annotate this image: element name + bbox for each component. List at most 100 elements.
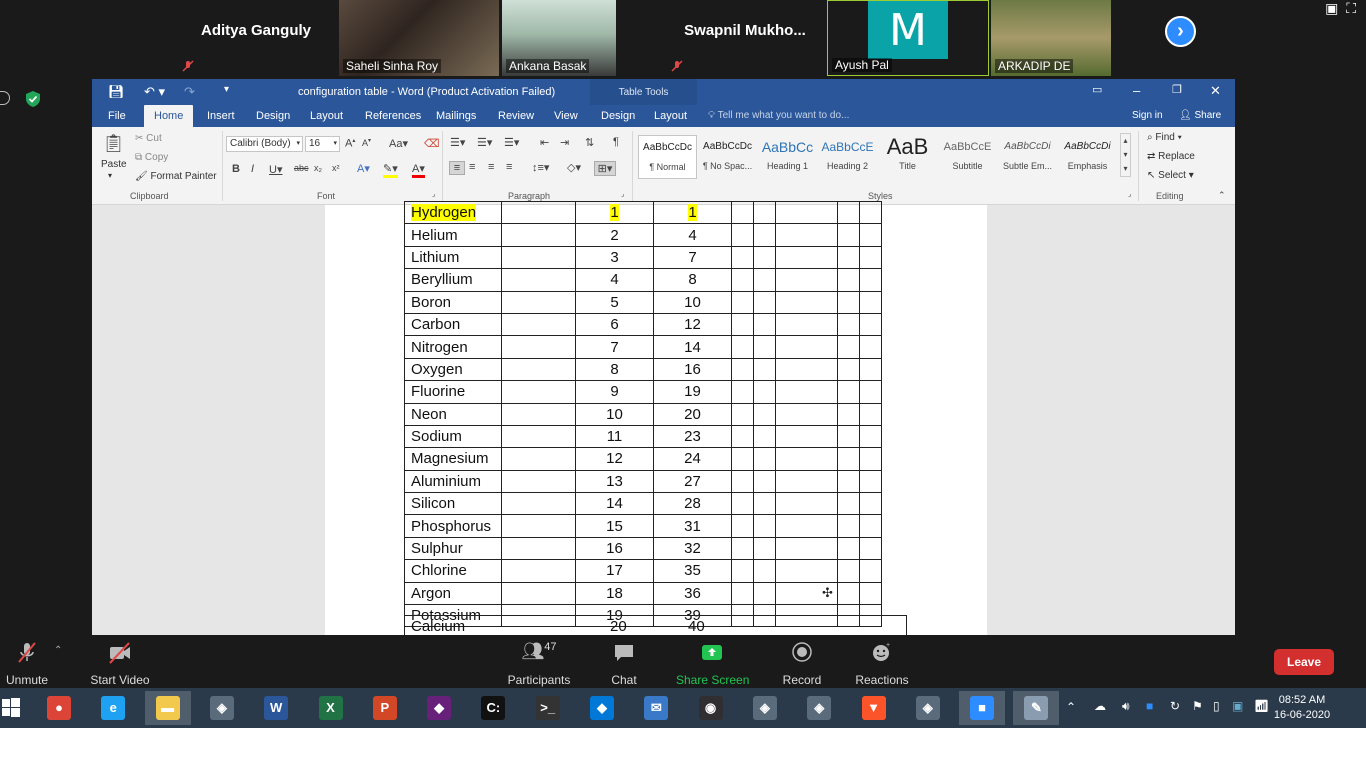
table-cell[interactable]	[859, 402, 882, 426]
element-name-cell[interactable]: Silicon	[404, 492, 502, 516]
atomic-number-cell[interactable]: 10	[575, 402, 654, 426]
taskbar-app-app[interactable]: ◈	[742, 691, 788, 725]
taskbar-app-vs-code[interactable]: ◆	[579, 691, 625, 725]
table-cell[interactable]	[731, 581, 754, 606]
table-cell[interactable]	[837, 492, 860, 516]
table-cell[interactable]	[859, 559, 882, 583]
table-cell[interactable]	[753, 200, 776, 225]
element-name-cell[interactable]: Hydrogen	[404, 200, 502, 225]
taskbar-app-zoom[interactable]: ■	[959, 691, 1006, 725]
style-emphasis[interactable]: AaBbCcDi Emphasis	[1058, 135, 1117, 179]
tab-view[interactable]: View	[552, 105, 580, 127]
fullscreen-icon[interactable]: ⛶	[1346, 0, 1356, 16]
atomic-mass-cell[interactable]: 1	[653, 200, 732, 225]
table-cell[interactable]	[859, 268, 882, 292]
document-page[interactable]: Hydrogen 1 1 Helium 2 4 Lithium 3 7 Beryllium 4 8 Bo…	[325, 200, 987, 635]
table-cell[interactable]	[731, 290, 754, 314]
table-cell[interactable]	[775, 223, 838, 247]
table-cell[interactable]	[753, 581, 776, 606]
line-spacing-icon[interactable]: ↕≡▾	[532, 161, 549, 174]
table-row[interactable]: Aluminium 13 27	[404, 469, 882, 494]
taskbar-app-powerpoint[interactable]: P	[362, 691, 408, 725]
table-row[interactable]: Boron 5 10	[404, 290, 882, 314]
share-button[interactable]: 👤︎ Share	[1179, 105, 1221, 127]
find-button[interactable]: ⌕ Find ▾	[1147, 132, 1182, 143]
table-cell[interactable]	[859, 380, 882, 404]
table-cell[interactable]	[501, 200, 576, 225]
taskbar-app-excel[interactable]: X	[308, 691, 354, 725]
table-cell[interactable]	[731, 245, 754, 270]
atomic-mass-cell[interactable]: 36	[653, 581, 732, 606]
table-cell[interactable]	[859, 514, 882, 538]
grow-font-icon[interactable]: A▴	[345, 137, 355, 150]
table-cell[interactable]	[501, 290, 576, 314]
atomic-number-cell[interactable]: 1	[575, 200, 654, 225]
table-row[interactable]: Silicon 14 28	[404, 492, 882, 516]
close-icon[interactable]: ✕	[1210, 83, 1221, 99]
table-cell[interactable]	[501, 380, 576, 404]
table-cell[interactable]	[501, 581, 576, 606]
table-cell[interactable]	[775, 357, 838, 382]
element-name-cell[interactable]: Lithium	[404, 245, 502, 270]
atomic-number-cell[interactable]: 18	[575, 581, 654, 606]
atomic-mass-cell[interactable]: 8	[653, 268, 732, 292]
table-cell[interactable]	[775, 200, 838, 225]
table-row[interactable]: Chlorine 17 35	[404, 559, 882, 583]
table-cell[interactable]	[837, 268, 860, 292]
atomic-number-cell[interactable]: 6	[575, 312, 654, 337]
table-cell[interactable]	[859, 469, 882, 494]
align-center-icon[interactable]: ≡	[469, 161, 475, 173]
table-row[interactable]: Argon 18 36	[404, 581, 882, 606]
table-cell[interactable]	[731, 469, 754, 494]
shield-icon[interactable]	[24, 90, 42, 108]
table-row[interactable]: Sodium 11 23	[404, 424, 882, 449]
element-name-cell[interactable]: Argon	[404, 581, 502, 606]
replace-button[interactable]: ⇄ Replace	[1147, 151, 1195, 162]
table-cell[interactable]	[753, 492, 776, 516]
tab-layout[interactable]: Layout	[308, 105, 345, 127]
atomic-number-cell[interactable]: 13	[575, 469, 654, 494]
table-cell[interactable]	[859, 424, 882, 449]
table-cell[interactable]	[753, 559, 776, 583]
table-cell[interactable]	[837, 469, 860, 494]
reactions-button[interactable]: + Reactions	[854, 641, 910, 687]
style-subtle-emphasis[interactable]: AaBbCcDi Subtle Em...	[998, 135, 1057, 179]
table-cell[interactable]	[859, 200, 882, 225]
table-cell[interactable]	[753, 469, 776, 494]
atomic-number-cell[interactable]: 12	[575, 447, 654, 471]
table-cell[interactable]	[753, 245, 776, 270]
highlight-icon[interactable]: ✎▾	[383, 162, 398, 178]
format-painter-button[interactable]: 🖌︎ Format Painter	[135, 171, 217, 182]
taskbar-app-chrome[interactable]: ●	[36, 691, 82, 725]
table-cell[interactable]	[501, 402, 576, 426]
atomic-number-cell[interactable]: 9	[575, 380, 654, 404]
align-left-icon[interactable]: ≡	[449, 161, 465, 175]
borders-icon[interactable]: ⊞▾	[594, 161, 616, 176]
atomic-mass-cell[interactable]: 10	[653, 290, 732, 314]
element-name-cell[interactable]: Oxygen	[404, 357, 502, 382]
clock[interactable]: 08:52 AM 16-06-2020	[1262, 693, 1342, 723]
atomic-mass-cell[interactable]: 7	[653, 245, 732, 270]
table-cell[interactable]	[775, 559, 838, 583]
table-cell[interactable]	[775, 447, 838, 471]
table-cell[interactable]	[731, 424, 754, 449]
table-cell[interactable]	[859, 357, 882, 382]
participant-video-tile[interactable]: ARKADIP DE	[991, 0, 1111, 76]
collapse-ribbon-icon[interactable]: ⌃	[1218, 190, 1226, 201]
atomic-mass-cell[interactable]: 16	[653, 357, 732, 382]
element-name-cell[interactable]: Sodium	[404, 424, 502, 449]
tell-me-search[interactable]: 💡︎ Tell me what you want to do...	[708, 105, 849, 127]
ribbon-display-options-icon[interactable]: ▭	[1092, 83, 1102, 96]
table-cell[interactable]	[837, 424, 860, 449]
tab-table-design[interactable]: Design	[599, 105, 637, 127]
taskbar-app-app[interactable]: ◈	[796, 691, 842, 725]
multilevel-list-icon[interactable]: ☰▾	[504, 136, 519, 149]
atomic-mass-cell[interactable]: 24	[653, 447, 732, 471]
element-table[interactable]: Hydrogen 1 1 Helium 2 4 Lithium 3 7 Beryllium 4 8 Bo…	[404, 200, 882, 628]
table-cell[interactable]	[775, 290, 838, 314]
element-name-cell[interactable]: Fluorine	[404, 380, 502, 404]
style-subtitle[interactable]: AaBbCcE Subtitle	[938, 135, 997, 179]
numbering-icon[interactable]: ☰▾	[477, 136, 492, 149]
element-name-cell[interactable]: Helium	[404, 223, 502, 247]
italic-icon[interactable]: I	[251, 163, 254, 175]
